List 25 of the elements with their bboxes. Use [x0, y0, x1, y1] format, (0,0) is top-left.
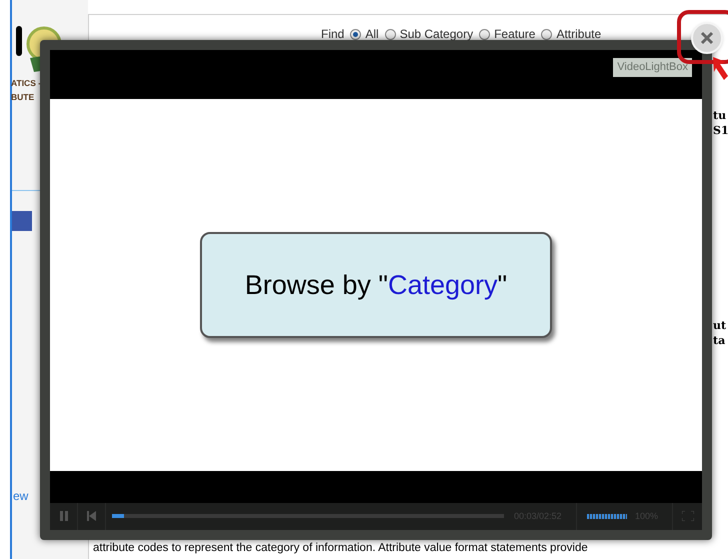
- heading-fragment: ta: [713, 333, 726, 348]
- heading-fragment: tu: [713, 108, 726, 123]
- volume-slider[interactable]: [587, 514, 627, 519]
- radio-option[interactable]: All: [350, 25, 379, 43]
- radio-button[interactable]: [479, 28, 490, 40]
- pause-icon: [60, 511, 68, 522]
- radio-option[interactable]: Sub Category: [384, 25, 474, 43]
- skip-back-icon: [87, 511, 96, 522]
- video-title-badge: VideoLightBox: [613, 58, 692, 76]
- banner-graphic: [12, 211, 32, 231]
- body-paragraph: attribute codes to represent the category of information. Attribute value format statements provide: [92, 540, 589, 556]
- heading-fragment: ut: [713, 318, 726, 333]
- fullscreen-icon: [682, 511, 694, 522]
- close-button[interactable]: [691, 22, 723, 54]
- radio-option[interactable]: Feature: [479, 25, 536, 43]
- radio-button[interactable]: [350, 28, 362, 40]
- radio-button[interactable]: [384, 28, 396, 40]
- progress-track[interactable]: [112, 514, 504, 518]
- sidebar-link[interactable]: ew: [13, 487, 28, 505]
- radio-option[interactable]: Attribute: [541, 25, 602, 43]
- heading-fragment: S1: [713, 123, 728, 138]
- slide-title: Browse by "Category": [244, 268, 508, 302]
- close-icon: [700, 31, 714, 45]
- find-label: Find: [321, 26, 344, 43]
- radio-button[interactable]: [541, 28, 552, 40]
